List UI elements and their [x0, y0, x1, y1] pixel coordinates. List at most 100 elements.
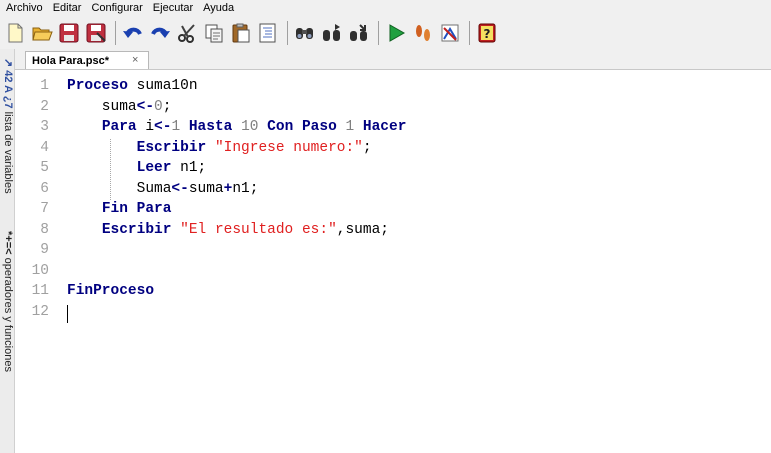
keyword-token: Hacer: [362, 119, 407, 135]
run-icon[interactable]: [384, 21, 408, 45]
keyword-token: Escribir: [101, 221, 172, 238]
operators-panel-tab[interactable]: *+=< operadores y funciones: [1, 205, 14, 397]
code-token: n1;: [171, 160, 207, 176]
operators-panel-label: operadores y funciones: [2, 257, 14, 372]
line-number: 4: [40, 139, 49, 156]
line-number: 8: [40, 221, 49, 238]
number-token: 10: [241, 119, 259, 135]
string-token: "Ingrese numero:": [214, 139, 363, 156]
code-line[interactable]: Proceso suma10n: [67, 76, 406, 97]
code-line[interactable]: Para i<-1 Hasta 10 Con Paso 1 Hacer: [67, 117, 407, 138]
menu-configurar[interactable]: Configurar: [86, 0, 147, 17]
line-number: 2: [40, 98, 49, 115]
line-number: 6: [40, 180, 49, 197]
toolbar-separator: [378, 21, 379, 45]
code-token: suma10n: [127, 78, 198, 94]
string-token: "El resultado es:": [180, 221, 337, 238]
code-token: ,suma;: [336, 221, 389, 238]
operator-token: <-: [154, 119, 172, 135]
toolbar: ?: [0, 17, 771, 49]
code-token: i: [136, 119, 155, 135]
open-folder-icon[interactable]: [30, 21, 54, 45]
redo-icon[interactable]: [148, 21, 172, 45]
step-by-step-icon[interactable]: [411, 21, 435, 45]
toolbar-separator: [115, 21, 116, 45]
copy-icon[interactable]: [202, 21, 226, 45]
code-token: suma: [67, 98, 137, 115]
code-line[interactable]: [67, 302, 406, 323]
replace-icon[interactable]: [347, 21, 371, 45]
find-next-icon[interactable]: [320, 21, 344, 45]
paste-icon[interactable]: [229, 21, 253, 45]
line-number: 11: [31, 283, 49, 299]
code-token: ;: [162, 98, 172, 115]
keyword-token: Escribir: [136, 139, 207, 156]
new-file-icon[interactable]: [3, 21, 27, 45]
number-token: 1: [345, 119, 355, 135]
indent-icon[interactable]: [256, 21, 280, 45]
svg-text:?: ?: [484, 27, 491, 41]
operator-token: <-: [136, 98, 155, 115]
find-icon[interactable]: [293, 21, 317, 45]
code-token: Suma: [67, 180, 172, 197]
line-number: 1: [40, 78, 49, 94]
code-line[interactable]: [67, 261, 406, 282]
keyword-token: Para: [101, 119, 137, 135]
keyword-token: Con Paso: [267, 119, 337, 135]
line-number: 7: [40, 201, 49, 217]
tab-bar: Hola Para.psc* ×: [15, 49, 771, 69]
toolbar-separator: [287, 21, 288, 45]
tab-title: Hola Para.psc*: [32, 54, 110, 67]
close-icon[interactable]: ×: [132, 54, 138, 66]
save-icon[interactable]: [57, 21, 81, 45]
save-as-icon[interactable]: [84, 21, 108, 45]
code-line[interactable]: Suma<-suma+n1;: [67, 179, 406, 200]
line-number: 10: [31, 262, 49, 279]
code-editor[interactable]: 1 2 3 4 5 6 7 8 9 10 11 12 Proceso suma10n suma<-0;…: [15, 69, 771, 453]
line-number: 3: [40, 119, 49, 135]
keyword-token: Leer: [136, 160, 172, 176]
line-number-gutter: 1 2 3 4 5 6 7 8 9 10 11 12: [15, 76, 49, 322]
operators-panel-symbols: *+=<: [2, 230, 14, 255]
line-number: 9: [40, 242, 49, 258]
cut-icon[interactable]: [175, 21, 199, 45]
debug-icon[interactable]: [438, 21, 462, 45]
code-line[interactable]: Fin Para: [67, 199, 406, 220]
menu-ejecutar[interactable]: Ejecutar: [148, 0, 198, 17]
menu-ayuda[interactable]: Ayuda: [198, 0, 239, 17]
help-icon[interactable]: ?: [475, 21, 499, 45]
code-area[interactable]: Proceso suma10n suma<-0; Para i<-1 Hasta…: [67, 76, 406, 322]
code-line[interactable]: Leer n1;: [67, 158, 406, 179]
code-line[interactable]: suma<-0;: [67, 97, 406, 118]
side-panel-strip: ↗ 42 A ¿7 lista de variables *+=< operad…: [0, 49, 15, 453]
code-line[interactable]: FinProceso: [67, 281, 406, 302]
menu-bar: Archivo Editar Configurar Ejecutar Ayuda: [0, 0, 771, 17]
line-number: 5: [40, 160, 49, 176]
menu-editar[interactable]: Editar: [48, 0, 87, 17]
keyword-token: Fin Para: [101, 201, 172, 217]
menu-archivo[interactable]: Archivo: [0, 0, 48, 17]
variables-panel-label: lista de variables: [2, 111, 14, 194]
undo-icon[interactable]: [121, 21, 145, 45]
tab-hola-para[interactable]: Hola Para.psc* ×: [25, 51, 149, 69]
keyword-token: FinProceso: [67, 283, 155, 299]
number-token: 0: [154, 98, 163, 115]
number-token: 1: [171, 119, 181, 135]
operator-token: <-: [171, 180, 189, 197]
toolbar-separator: [469, 21, 470, 45]
code-line[interactable]: [67, 240, 406, 261]
variables-panel-tab[interactable]: ↗ 42 A ¿7 lista de variables: [1, 53, 14, 199]
line-number: 12: [31, 303, 49, 320]
code-line[interactable]: Escribir "Ingrese numero:";: [67, 138, 406, 159]
code-line[interactable]: Escribir "El resultado es:",suma;: [67, 220, 406, 241]
